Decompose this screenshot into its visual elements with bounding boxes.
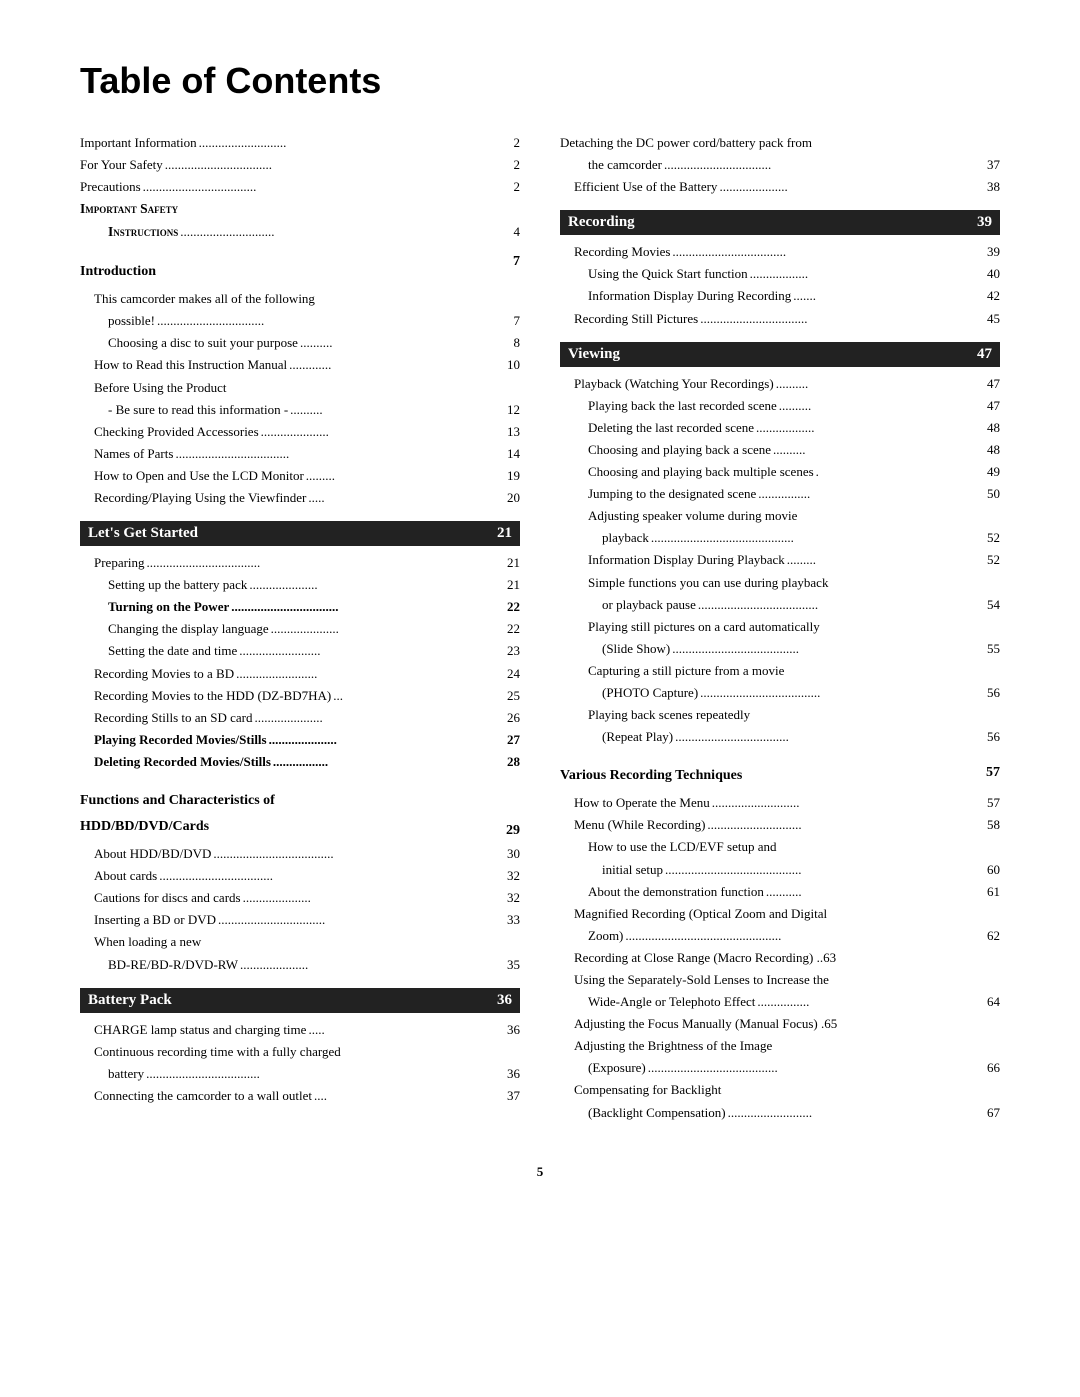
- list-item: This camcorder makes all of the followin…: [80, 288, 520, 310]
- list-item: Choosing and playing back a scene ......…: [560, 439, 1000, 461]
- recording-section: Recording 39 Recording Movies ..........…: [560, 210, 1000, 329]
- viewing-section: Viewing 47 Playback (Watching Your Recor…: [560, 342, 1000, 749]
- page-number: 5: [80, 1164, 1000, 1180]
- list-item: Choosing and playing back multiple scene…: [560, 461, 1000, 483]
- page-title: Table of Contents: [80, 60, 1000, 102]
- list-item: Playing back the last recorded scene ...…: [560, 395, 1000, 417]
- functions-section: Functions and Characteristics of HDD/BD/…: [80, 783, 520, 976]
- list-item: Playing back scenes repeatedly: [560, 704, 1000, 726]
- lets-get-started-section: Let's Get Started 21 Preparing .........…: [80, 521, 520, 773]
- list-item: Information Display During Playback ....…: [560, 549, 1000, 571]
- list-item: About HDD/BD/DVD .......................…: [80, 843, 520, 865]
- list-item: Recording Movies to a BD ...............…: [80, 663, 520, 685]
- battery-pack-header: Battery Pack 36: [80, 988, 520, 1013]
- list-item: Cautions for discs and cards ...........…: [80, 887, 520, 909]
- functions-header: Functions and Characteristics of: [80, 793, 275, 809]
- list-item: When loading a new: [80, 931, 520, 953]
- functions-page: 29: [506, 823, 520, 839]
- list-item: About cards ............................…: [80, 865, 520, 887]
- list-item: - Be sure to read this information - ...…: [80, 399, 520, 421]
- battery-pack-section: Battery Pack 36 CHARGE lamp status and c…: [80, 988, 520, 1107]
- list-item: Changing the display language ..........…: [80, 618, 520, 640]
- list-item: Efficient Use of the Battery ...........…: [560, 176, 1000, 198]
- list-item: (Repeat Play) ..........................…: [560, 726, 1000, 748]
- list-item: Jumping to the designated scene ........…: [560, 483, 1000, 505]
- list-item: Continuous recording time with a fully c…: [80, 1041, 520, 1063]
- list-item: (Slide Show) ...........................…: [560, 638, 1000, 660]
- top-entries-right: Detaching the DC power cord/battery pack…: [560, 132, 1000, 198]
- list-item: Adjusting the Brightness of the Image: [560, 1035, 1000, 1057]
- left-column: Important Information ..................…: [80, 132, 520, 1124]
- list-item: Important Safety: [80, 198, 520, 221]
- list-item: Recording Movies to the HDD (DZ-BD7HA) .…: [80, 685, 520, 707]
- list-item: Zoom) ..................................…: [560, 925, 1000, 947]
- list-item: battery ................................…: [80, 1063, 520, 1085]
- introduction-section: Introduction 7 This camcorder makes all …: [80, 254, 520, 509]
- list-item: Preparing ..............................…: [80, 552, 520, 574]
- list-item: playback ...............................…: [560, 527, 1000, 549]
- list-item: Magnified Recording (Optical Zoom and Di…: [560, 903, 1000, 925]
- list-item: Using the Quick Start function .........…: [560, 263, 1000, 285]
- list-item: How to Read this Instruction Manual ....…: [80, 354, 520, 376]
- list-item: Important Information ..................…: [80, 132, 520, 154]
- list-item: Setting up the battery pack ............…: [80, 574, 520, 596]
- various-header: Various Recording Techniques: [560, 768, 742, 784]
- list-item: Adjusting speaker volume during movie: [560, 505, 1000, 527]
- recording-header: Recording 39: [560, 210, 1000, 235]
- list-item: Simple functions you can use during play…: [560, 572, 1000, 594]
- list-item: Inserting a BD or DVD ..................…: [80, 909, 520, 931]
- list-item: Adjusting the Focus Manually (Manual Foc…: [560, 1013, 1000, 1035]
- list-item: Names of Parts .........................…: [80, 443, 520, 465]
- list-item: or playback pause ......................…: [560, 594, 1000, 616]
- list-item: Playing Recorded Movies/Stills .........…: [80, 729, 520, 751]
- list-item: Recording at Close Range (Macro Recordin…: [560, 947, 1000, 969]
- functions-header2: HDD/BD/DVD/Cards: [80, 819, 275, 835]
- list-item: Playing still pictures on a card automat…: [560, 616, 1000, 638]
- right-column: Detaching the DC power cord/battery pack…: [560, 132, 1000, 1124]
- list-item: How to Open and Use the LCD Monitor ....…: [80, 465, 520, 487]
- list-item: Compensating for Backlight: [560, 1079, 1000, 1101]
- list-item: (PHOTO Capture) ........................…: [560, 682, 1000, 704]
- viewing-header: Viewing 47: [560, 342, 1000, 367]
- list-item: Connecting the camcorder to a wall outle…: [80, 1085, 520, 1107]
- list-item: initial setup ..........................…: [560, 859, 1000, 881]
- list-item: Recording/Playing Using the Viewfinder .…: [80, 487, 520, 509]
- various-recording-section: Various Recording Techniques 57 How to O…: [560, 758, 1000, 1123]
- lets-get-started-header: Let's Get Started 21: [80, 521, 520, 546]
- list-item: Using the Separately-Sold Lenses to Incr…: [560, 969, 1000, 991]
- list-item: Setting the date and time ..............…: [80, 640, 520, 662]
- list-item: (Backlight Compensation) ...............…: [560, 1102, 1000, 1124]
- list-item: the camcorder ..........................…: [560, 154, 1000, 176]
- list-item: Menu (While Recording) .................…: [560, 814, 1000, 836]
- list-item: Capturing a still picture from a movie: [560, 660, 1000, 682]
- list-item: Recording Still Pictures ...............…: [560, 308, 1000, 330]
- list-item: BD-RE/BD-R/DVD-RW ..................... …: [80, 954, 520, 976]
- list-item: Choosing a disc to suit your purpose ...…: [80, 332, 520, 354]
- list-item: CHARGE lamp status and charging time ...…: [80, 1019, 520, 1041]
- list-item: How to use the LCD/EVF setup and: [560, 836, 1000, 858]
- list-item: Recording Stills to an SD card .........…: [80, 707, 520, 729]
- list-item: Before Using the Product: [80, 377, 520, 399]
- list-item: possible! ..............................…: [80, 310, 520, 332]
- list-item: Checking Provided Accessories ..........…: [80, 421, 520, 443]
- list-item: Deleting Recorded Movies/Stills ........…: [80, 751, 520, 773]
- introduction-header: Introduction: [80, 264, 156, 280]
- list-item: Detaching the DC power cord/battery pack…: [560, 132, 1000, 154]
- list-item: Wide-Angle or Telephoto Effect .........…: [560, 991, 1000, 1013]
- list-item: (Exposure) .............................…: [560, 1057, 1000, 1079]
- list-item: Recording Movies .......................…: [560, 241, 1000, 263]
- top-entries-left: Important Information ..................…: [80, 132, 520, 244]
- list-item: How to Operate the Menu ................…: [560, 792, 1000, 814]
- introduction-page: 7: [513, 254, 520, 284]
- list-item: Deleting the last recorded scene .......…: [560, 417, 1000, 439]
- list-item: For Your Safety ........................…: [80, 154, 520, 176]
- list-item: About the demonstration function .......…: [560, 881, 1000, 903]
- list-item: Information Display During Recording ...…: [560, 285, 1000, 307]
- list-item: Precautions ............................…: [80, 176, 520, 198]
- list-item: Instructions ...........................…: [80, 221, 520, 244]
- list-item: Turning on the Power ...................…: [80, 596, 520, 618]
- list-item: Playback (Watching Your Recordings) ....…: [560, 373, 1000, 395]
- various-page: 57: [986, 765, 1000, 781]
